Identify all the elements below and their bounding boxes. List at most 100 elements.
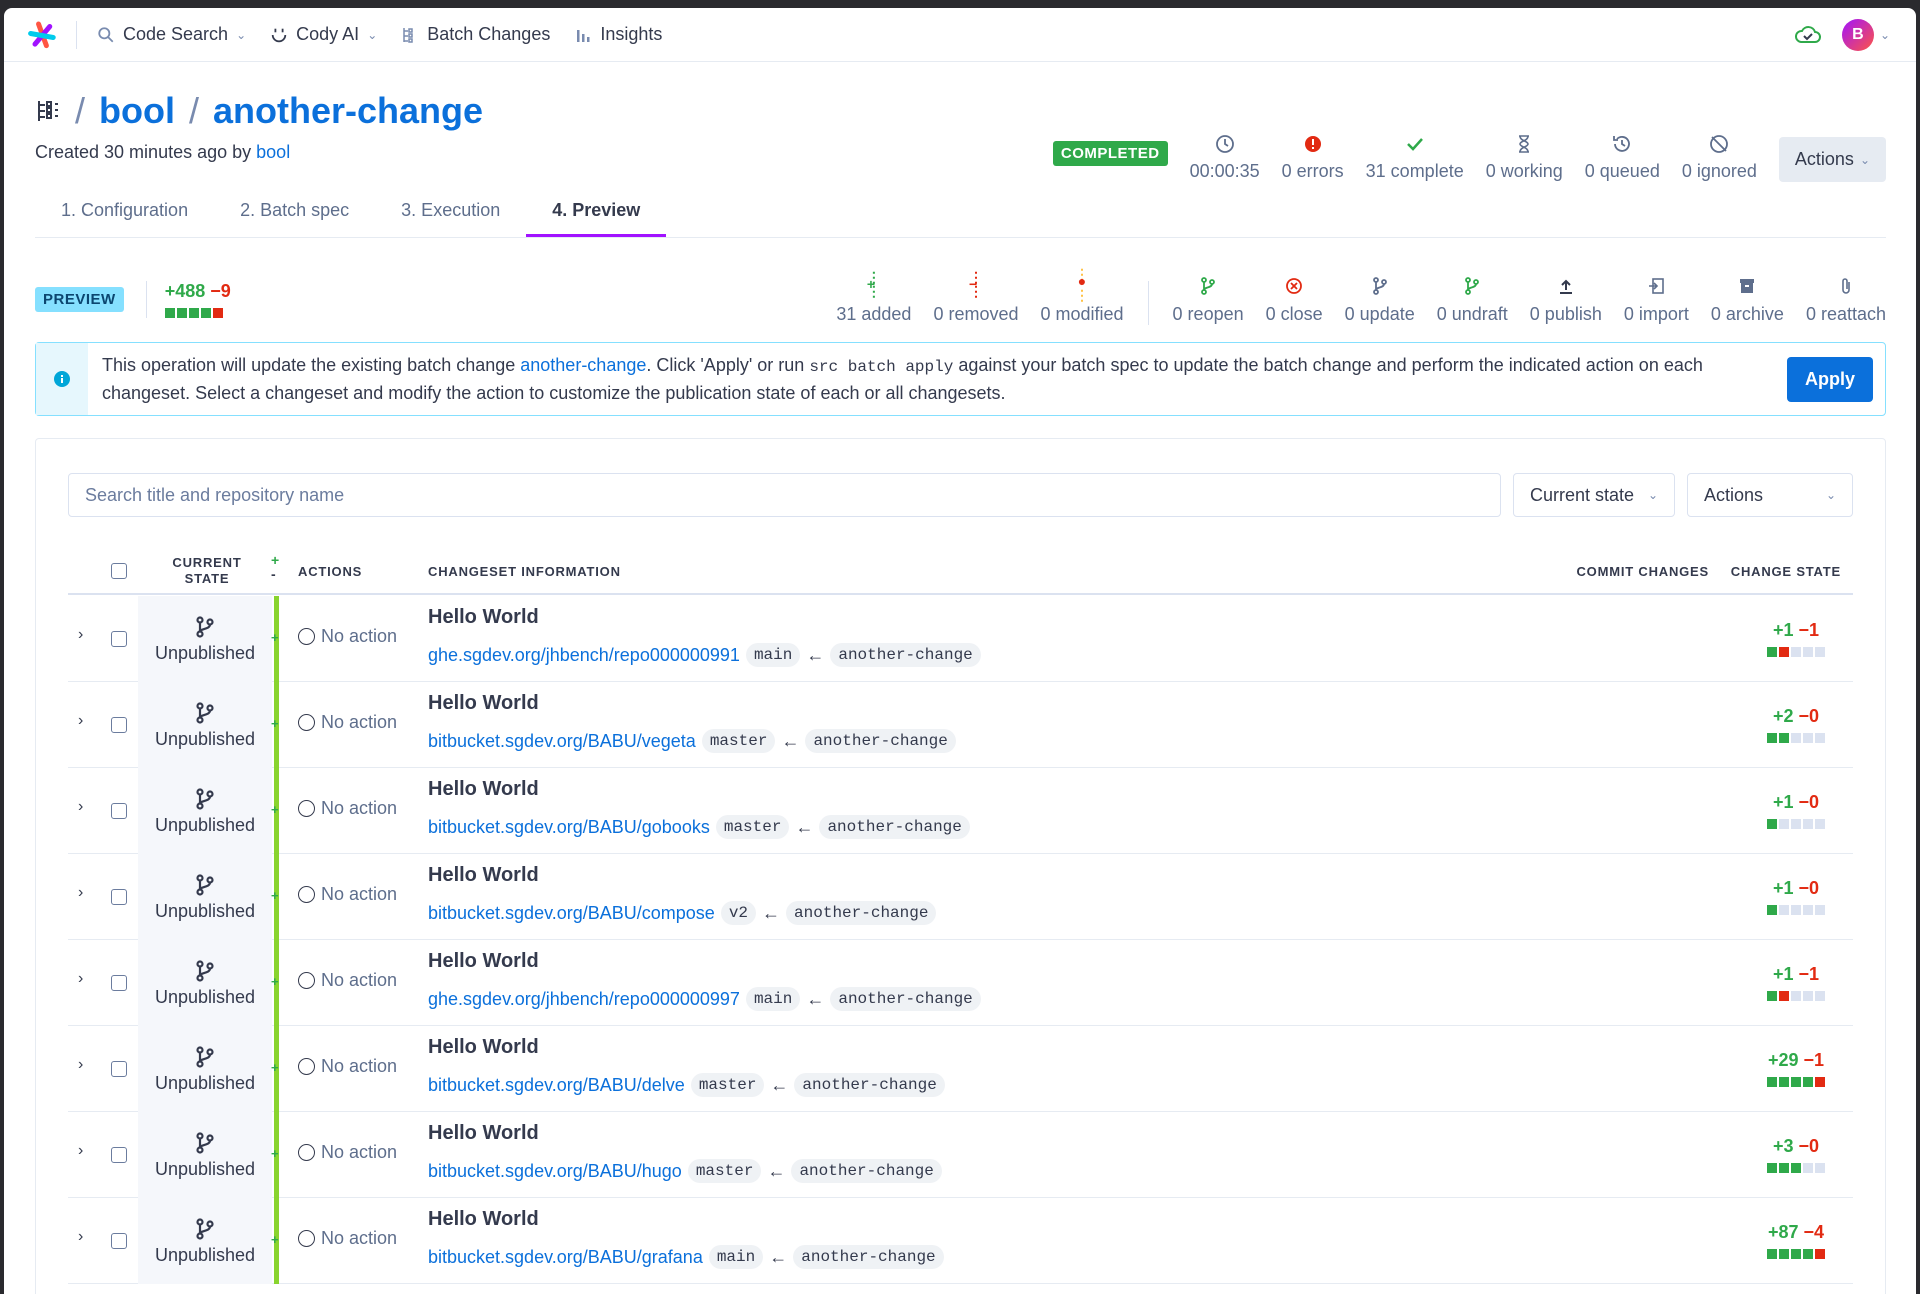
alert-text-part: This operation will update the existing … (102, 355, 521, 375)
git-branch-icon (194, 1131, 216, 1155)
expand-chevron-icon[interactable]: › (78, 884, 83, 902)
base-branch-pill: master (701, 729, 776, 753)
git-branch-icon (194, 701, 216, 725)
repo-link[interactable]: ghe.sgdev.org/jhbench/repo000000991 (428, 645, 740, 666)
added-indicator-plus: + (271, 1146, 279, 1161)
row-added-lines: +2 (1772, 706, 1794, 726)
row-added-lines: +1 (1772, 620, 1794, 640)
breadcrumb-separator: / (75, 90, 86, 131)
diffstat-block (1791, 1249, 1801, 1259)
nav-item-code-search[interactable]: Code Search ⌄ (97, 24, 246, 45)
row-action-selector[interactable]: No action (298, 712, 397, 733)
apply-button[interactable]: Apply (1786, 356, 1873, 402)
row-action-selector[interactable]: No action (298, 1142, 397, 1163)
head-branch-pill: another-change (805, 729, 956, 753)
cloud-status-icon[interactable] (1794, 24, 1822, 46)
select-all-checkbox[interactable] (111, 563, 127, 579)
git-branch-icon (194, 873, 216, 897)
row-action-selector[interactable]: No action (298, 1056, 397, 1077)
diffstat-block (1779, 991, 1789, 1001)
creator-link[interactable]: bool (256, 142, 290, 162)
tab-1[interactable]: 1. Configuration (35, 188, 214, 237)
row-checkbox[interactable] (111, 631, 127, 647)
row-action-selector[interactable]: No action (298, 884, 397, 905)
removed-value: 0 removed (933, 303, 1019, 324)
filters-bar: Search title and repository name Current… (68, 473, 1853, 517)
search-input[interactable]: Search title and repository name (68, 473, 1501, 517)
page-title[interactable]: another-change (213, 90, 483, 132)
row-diffstat-blocks (1767, 819, 1825, 829)
queued-stat: 0 queued (1585, 133, 1660, 182)
nav-item-batch-changes[interactable]: Batch Changes (401, 24, 550, 45)
nav-item-insights[interactable]: Insights (574, 24, 662, 45)
bulk-actions-select[interactable]: Actions ⌄ (1687, 473, 1853, 517)
expand-chevron-icon[interactable]: › (78, 1056, 83, 1074)
diffstat-block (1815, 647, 1825, 657)
tab-3[interactable]: 3. Execution (375, 188, 526, 237)
row-checkbox[interactable] (111, 889, 127, 905)
tab-4[interactable]: 4. Preview (526, 188, 667, 237)
hourglass-icon (1519, 135, 1530, 153)
git-branch-icon (194, 615, 216, 639)
alert-text: This operation will update the existing … (88, 352, 1787, 406)
avatar[interactable]: B (1841, 18, 1874, 51)
breadcrumb-namespace-link[interactable]: bool (99, 90, 175, 132)
diffstat-block (1779, 1163, 1789, 1173)
tab-2[interactable]: 2. Batch spec (214, 188, 375, 237)
repo-link[interactable]: bitbucket.sgdev.org/BABU/grafana (428, 1247, 703, 1268)
state-filter-select[interactable]: Current state ⌄ (1513, 473, 1675, 517)
row-checkbox[interactable] (111, 1061, 127, 1077)
repo-link[interactable]: bitbucket.sgdev.org/BABU/gobooks (428, 817, 710, 838)
repo-link[interactable]: bitbucket.sgdev.org/BABU/delve (428, 1075, 685, 1096)
current-state-label: Unpublished (154, 986, 256, 1007)
diffstat-block (1803, 733, 1813, 743)
expand-chevron-icon[interactable]: › (78, 626, 83, 644)
duration-stat: 00:00:35 (1190, 133, 1260, 182)
chevron-down-icon: ⌄ (1879, 27, 1890, 42)
change-state-cell: +1 −1 (1767, 620, 1825, 657)
batch-change-link[interactable]: another-change (520, 355, 646, 375)
change-state-cell: +1 −0 (1767, 878, 1825, 915)
actions-label: Actions (1794, 149, 1854, 169)
expand-chevron-icon[interactable]: › (78, 712, 83, 730)
expand-chevron-icon[interactable]: › (78, 970, 83, 988)
errors-stat: 0 errors (1282, 133, 1344, 182)
current-state-label: Unpublished (154, 1158, 256, 1179)
nav-item-cody-ai[interactable]: Cody AI ⌄ (270, 24, 377, 45)
ignored-stat: 0 ignored (1682, 133, 1757, 182)
repo-link[interactable]: bitbucket.sgdev.org/BABU/vegeta (428, 731, 696, 752)
reopen-value: 0 reopen (1172, 303, 1244, 324)
expand-chevron-icon[interactable]: › (78, 798, 83, 816)
row-checkbox[interactable] (111, 975, 127, 991)
diffstat-block (1815, 733, 1825, 743)
diffstat-block (1767, 905, 1777, 915)
user-menu[interactable]: B ⌄ (1841, 18, 1890, 51)
row-checkbox[interactable] (111, 1147, 127, 1163)
changeset-title: Hello World (428, 1122, 539, 1144)
row-action-selector[interactable]: No action (298, 970, 397, 991)
repo-link[interactable]: bitbucket.sgdev.org/BABU/hugo (428, 1161, 682, 1182)
row-checkbox[interactable] (111, 803, 127, 819)
head-branch-pill: another-change (786, 901, 937, 925)
row-checkbox[interactable] (111, 717, 127, 733)
current-state-label: Unpublished (154, 814, 256, 835)
repo-link[interactable]: bitbucket.sgdev.org/BABU/compose (428, 903, 715, 924)
row-checkbox[interactable] (111, 1233, 127, 1249)
sourcegraph-logo[interactable] (26, 19, 58, 51)
row-action-selector[interactable]: No action (298, 1228, 397, 1249)
row-action-label: No action (321, 626, 398, 646)
row-action-selector[interactable]: No action (298, 626, 397, 647)
timer-icon (1613, 136, 1631, 152)
expand-chevron-icon[interactable]: › (78, 1228, 83, 1246)
diffstat-block (1779, 1077, 1789, 1087)
diffstat-block (1803, 1249, 1813, 1259)
diffstat-block (200, 307, 211, 318)
reattach-value: 0 reattach (1805, 303, 1886, 324)
duration-value: 00:00:35 (1189, 161, 1260, 181)
repo-link[interactable]: ghe.sgdev.org/jhbench/repo000000997 (428, 989, 740, 1010)
execution-actions-button[interactable]: Actions ⌄ (1778, 137, 1886, 182)
row-action-selector[interactable]: No action (298, 798, 397, 819)
row-removed-lines: −0 (1798, 1136, 1820, 1156)
diffstat-block (1803, 819, 1813, 829)
expand-chevron-icon[interactable]: › (78, 1142, 83, 1160)
